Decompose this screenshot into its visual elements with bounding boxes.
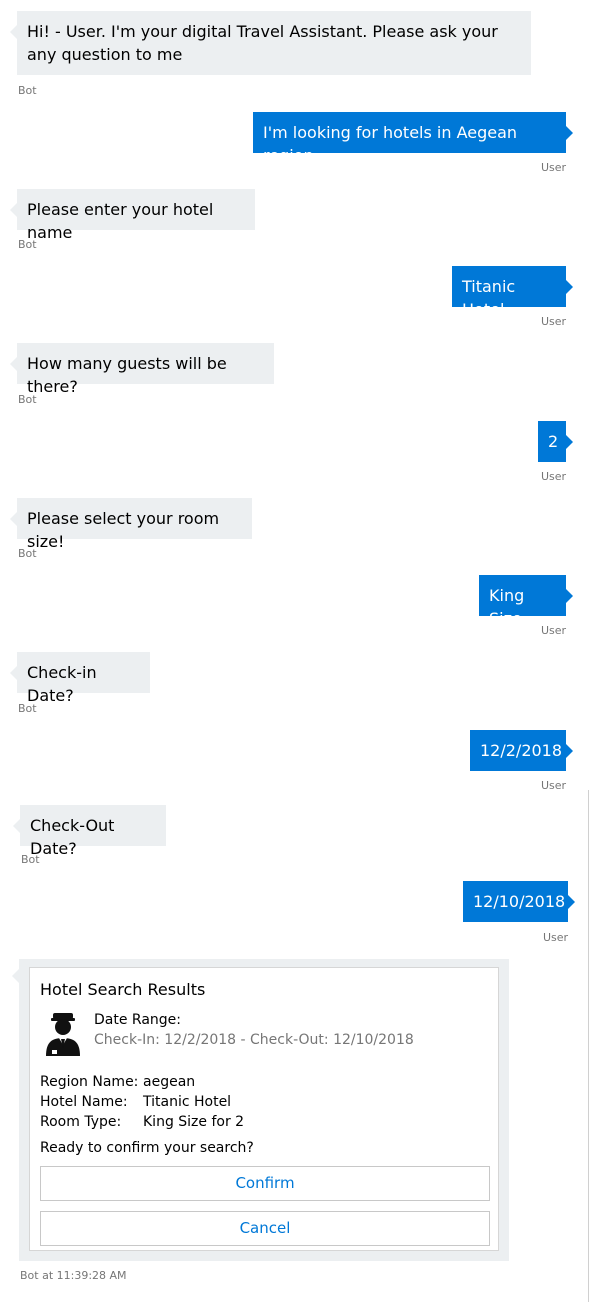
bot-bubble: Check-Out Date? (13, 805, 166, 858)
user-message: 12/2/2018 (470, 730, 573, 771)
fact-value: King Size for 2 (143, 1114, 245, 1130)
user-message: 12/10/2018 (463, 881, 575, 922)
date-range-label: Date Range: (94, 1012, 182, 1028)
sender-label: User (541, 470, 567, 483)
fact-value: aegean (143, 1074, 196, 1090)
message-text: Please select your room size! (27, 509, 220, 551)
sender-label: Bot (18, 84, 37, 97)
fact-row: Room Type: King Size for 2 (40, 1112, 488, 1132)
fact-key: Hotel Name: (40, 1094, 128, 1110)
user-bubble: 2 (538, 421, 573, 462)
bot-message: Hi! - User. I'm your digital Travel Assi… (10, 11, 531, 75)
user-message: 2 (538, 421, 573, 462)
message-text: Check-in Date? (27, 663, 97, 705)
message-text: 12/2/2018 (480, 741, 563, 760)
card-title: Hotel Search Results (40, 980, 206, 999)
hotel-results-card: Hotel Search Results Date Range: Check-I… (29, 967, 499, 1251)
message-text: Check-Out Date? (30, 816, 115, 858)
message-text: Hi! - User. I'm your digital Travel Assi… (27, 22, 498, 64)
bot-message: Please enter your hotel name (10, 189, 255, 242)
bot-bubble: How many guests will be there? (10, 343, 274, 396)
fact-value: Titanic Hotel (143, 1094, 232, 1110)
bot-bubble: Please enter your hotel name (10, 189, 255, 242)
user-message: I'm looking for hotels in Aegean region (253, 112, 573, 165)
sender-label: User (541, 624, 567, 637)
message-text: Please enter your hotel name (27, 200, 214, 242)
cancel-button[interactable]: Cancel (40, 1211, 490, 1246)
user-bubble: Titanic Hotel (452, 266, 573, 319)
sender-label: User (541, 315, 567, 328)
bot-card-message: Hotel Search Results Date Range: Check-I… (12, 959, 509, 1261)
sender-label: Bot (21, 853, 40, 866)
confirm-question: Ready to confirm your search? (40, 1140, 254, 1156)
message-text: I'm looking for hotels in Aegean region (263, 123, 518, 165)
date-range-value: Check-In: 12/2/2018 - Check-Out: 12/10/2… (94, 1032, 414, 1048)
bot-message: Check-in Date? (10, 652, 150, 705)
bot-message: Please select your room size! (10, 498, 252, 551)
sender-label: Bot (18, 393, 37, 406)
message-text: 12/10/2018 (473, 892, 566, 911)
card-header: Date Range: Check-In: 12/2/2018 - Check-… (40, 1010, 488, 1062)
bot-bubble: Please select your room size! (10, 498, 252, 551)
bot-message: How many guests will be there? (10, 343, 274, 396)
sender-label: User (543, 931, 569, 944)
card-timestamp: Bot at 11:39:28 AM (20, 1269, 127, 1282)
message-text: 2 (548, 432, 559, 451)
user-bubble: King Size (479, 575, 573, 628)
fact-row: Hotel Name: Titanic Hotel (40, 1092, 488, 1112)
concierge-icon (44, 1010, 82, 1058)
fact-set: Region Name: aegean Hotel Name: Titanic … (40, 1072, 488, 1132)
user-bubble: 12/10/2018 (463, 881, 575, 922)
message-text: Titanic Hotel (462, 277, 516, 319)
user-message: Titanic Hotel (452, 266, 573, 319)
bot-message: Check-Out Date? (13, 805, 166, 858)
message-text: King Size (489, 586, 525, 628)
fact-key: Room Type: (40, 1114, 122, 1130)
fact-key: Region Name: (40, 1074, 139, 1090)
fact-row: Region Name: aegean (40, 1072, 488, 1092)
bot-bubble: Check-in Date? (10, 652, 150, 705)
sender-label: Bot (18, 238, 37, 251)
sender-label: Bot (18, 547, 37, 560)
confirm-button[interactable]: Confirm (40, 1166, 490, 1201)
user-message: King Size (479, 575, 573, 628)
sender-label: Bot (18, 702, 37, 715)
bot-bubble: Hi! - User. I'm your digital Travel Assi… (10, 11, 531, 75)
user-bubble: 12/2/2018 (470, 730, 573, 771)
sender-label: User (541, 161, 567, 174)
message-text: How many guests will be there? (27, 354, 227, 396)
sender-label: User (541, 779, 567, 792)
user-bubble: I'm looking for hotels in Aegean region (253, 112, 573, 165)
